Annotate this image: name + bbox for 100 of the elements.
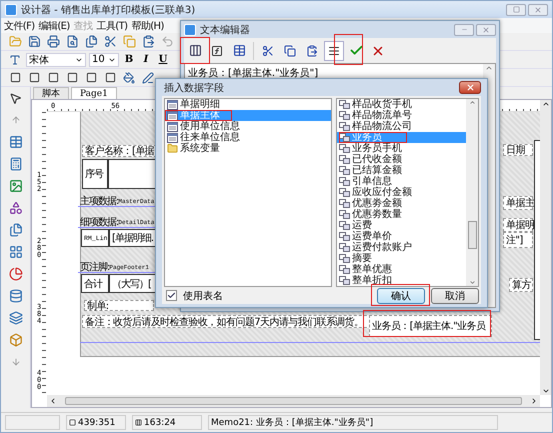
- field-icon: [339, 111, 350, 120]
- minus-icon: [460, 26, 468, 33]
- save-icon[interactable]: [26, 34, 42, 50]
- list-item[interactable]: 已代收金额: [337, 154, 466, 165]
- menu-item[interactable]: 工具(T): [96, 18, 128, 32]
- field-icon: [339, 166, 350, 175]
- box-icon[interactable]: [8, 332, 24, 348]
- font-select[interactable]: 宋体: [26, 52, 86, 66]
- image-icon[interactable]: [8, 178, 24, 194]
- list-item[interactable]: 优惠劵数量: [337, 209, 466, 220]
- align-icon: [328, 44, 340, 56]
- checkbox[interactable]: [166, 290, 177, 301]
- table-icon: [232, 44, 246, 57]
- window-title: 设计器 - 销售出库单打印模板(三联单3): [21, 4, 196, 16]
- layers-icon[interactable]: [8, 310, 24, 326]
- list-item[interactable]: 使用单位信息: [165, 121, 331, 132]
- table-cell: 合计: [81, 274, 109, 293]
- field-icon: [339, 254, 350, 263]
- editor-text: 业务员：[单据主体."业务员"]: [187, 66, 320, 81]
- memo-text: 业务员：[单据主体."业务员: [369, 315, 492, 337]
- paste-icon: [306, 44, 318, 56]
- list-item[interactable]: 样品物流单号: [337, 110, 466, 121]
- style-button[interactable]: U: [156, 52, 170, 66]
- highlight-frame: [180, 37, 210, 64]
- square-icon: [512, 6, 520, 13]
- list-item[interactable]: 业务员手机: [337, 143, 466, 154]
- field-icon: [339, 188, 350, 197]
- field-icon: [339, 144, 350, 153]
- band-title: 页注脚:: [80, 260, 110, 274]
- memo-text: 制单:: [84, 300, 154, 311]
- list-item[interactable]: 优惠劵金额: [337, 198, 466, 209]
- copy-icon: [284, 44, 296, 56]
- list-item[interactable]: 整单优惠: [337, 264, 466, 275]
- dialog-title: 插入数据字段: [164, 82, 224, 94]
- field-icon: [339, 155, 350, 164]
- memo-text: 单据明: [503, 218, 533, 232]
- columns-icon: [188, 44, 202, 57]
- style-button[interactable]: B: [122, 52, 136, 66]
- app-icon: [5, 4, 17, 16]
- field-icon: [339, 265, 350, 274]
- database-icon[interactable]: [8, 288, 24, 304]
- close-icon: [466, 83, 474, 92]
- tab[interactable]: Page1: [71, 87, 117, 99]
- ok-button[interactable]: 确认: [377, 288, 425, 304]
- function-icon: [211, 44, 223, 56]
- table-icon[interactable]: [8, 134, 24, 150]
- status-text: 163:24: [144, 418, 176, 428]
- field-icon: [339, 133, 350, 142]
- cancel-button[interactable]: 取消: [431, 288, 479, 304]
- field-icon: [339, 177, 350, 186]
- list-item[interactable]: 应收应付金额: [337, 187, 466, 198]
- scissors-icon: [262, 44, 274, 56]
- field-icon: [339, 122, 350, 131]
- close-icon: [482, 26, 490, 34]
- copy-icon[interactable]: [8, 222, 24, 238]
- highlight-frame: [334, 34, 363, 65]
- tab[interactable]: 脚本: [33, 87, 69, 99]
- list-item[interactable]: 摘要: [337, 253, 466, 264]
- list-item[interactable]: 运费单价: [337, 231, 466, 242]
- band-title: 主项数据:: [80, 194, 118, 208]
- list-item[interactable]: 样品物流公司: [337, 121, 466, 132]
- size-select[interactable]: 10: [89, 52, 119, 66]
- menu-item[interactable]: 帮助(H): [131, 18, 164, 32]
- list-item[interactable]: 整单折扣: [337, 275, 466, 286]
- pie-chart-icon[interactable]: [8, 266, 24, 282]
- pages-icon[interactable]: [83, 34, 99, 50]
- style-button[interactable]: I: [139, 52, 153, 66]
- field-icon: [339, 210, 350, 219]
- list-item[interactable]: 已结算金额: [337, 165, 466, 176]
- close-button[interactable]: [459, 81, 481, 94]
- menu-item[interactable]: 文件(F): [4, 18, 35, 32]
- highlight-frame: [165, 110, 232, 121]
- status-cell: [5, 415, 60, 430]
- app-icon: [184, 24, 196, 36]
- close-icon: [534, 6, 542, 14]
- field-icon: [339, 232, 350, 241]
- table-icon: [167, 122, 178, 132]
- printer-icon[interactable]: [45, 34, 61, 50]
- field-icon: [339, 199, 350, 208]
- list-item[interactable]: 往来单位信息: [165, 132, 331, 143]
- list-item[interactable]: 样品收货手机: [337, 99, 466, 110]
- status-text: 439:351: [78, 418, 116, 428]
- list-item[interactable]: 引单信息: [337, 176, 466, 187]
- memo-text: 注"]: [503, 232, 533, 248]
- menu-item[interactable]: 编辑(E): [38, 18, 70, 32]
- list-item[interactable]: 单据明细: [165, 99, 331, 110]
- shapes-icon[interactable]: [8, 200, 24, 216]
- list-item[interactable]: 系统变量: [165, 143, 331, 154]
- fill-icon[interactable]: [121, 70, 137, 86]
- align-button[interactable]: [324, 40, 344, 60]
- grid-icon[interactable]: [8, 244, 24, 260]
- table-cell: 序号: [82, 159, 108, 189]
- size-icon: [135, 419, 142, 426]
- pen-icon[interactable]: [140, 70, 156, 86]
- band-title: 细项数据:: [80, 216, 118, 229]
- memo-text: 客户名称：[单据: [82, 145, 157, 157]
- scissors-icon[interactable]: [102, 34, 118, 50]
- list-item[interactable]: 运费: [337, 220, 466, 231]
- list-item[interactable]: 运费付款账户: [337, 242, 466, 253]
- status-text: Memo21: 业务员：[单据主体."业务员"]: [211, 416, 374, 429]
